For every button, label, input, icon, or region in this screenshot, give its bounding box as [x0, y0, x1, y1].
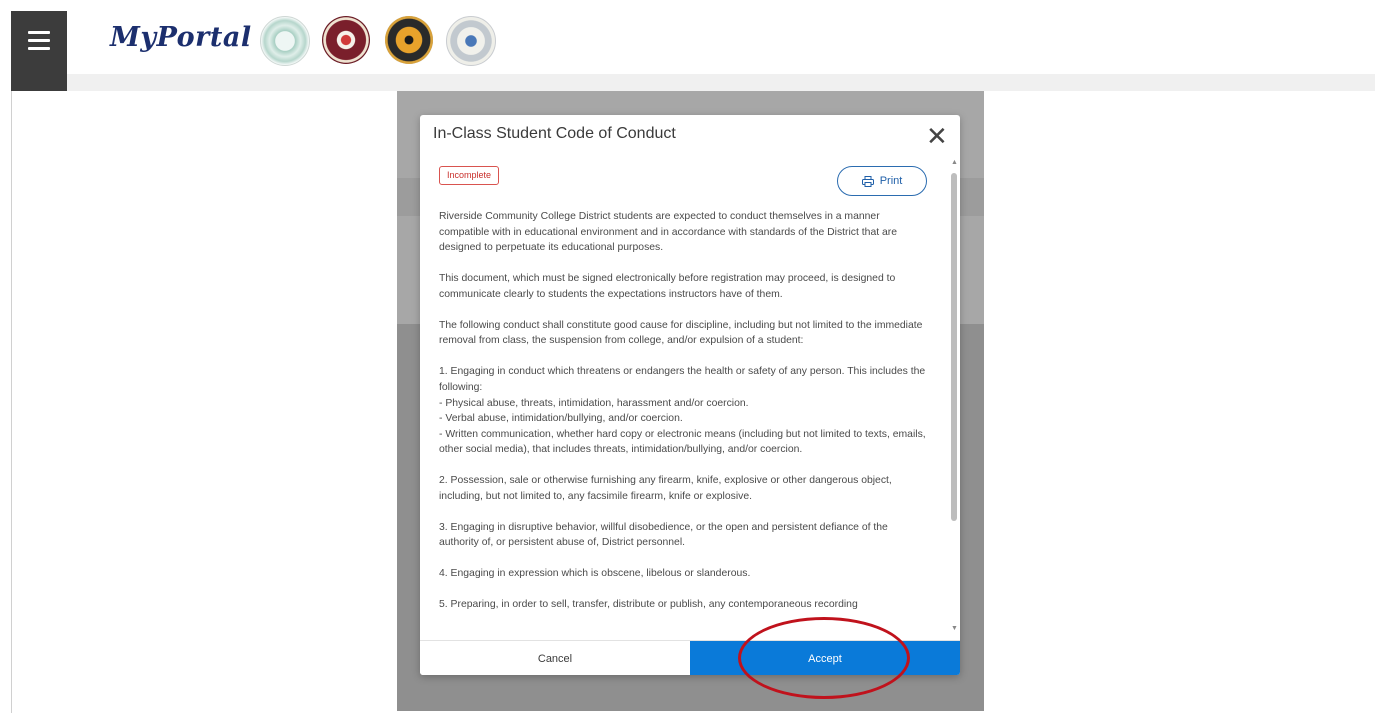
print-label: Print: [879, 175, 903, 187]
printer-icon: [861, 175, 874, 187]
dialog-title: In-Class Student Code of Conduct: [433, 125, 676, 142]
paragraph: 4. Engaging in expression which is obsce…: [439, 568, 751, 580]
code-of-conduct-dialog: In-Class Student Code of Conduct ✕ Incom…: [420, 115, 960, 675]
page-divider: [11, 91, 12, 713]
scroll-up-icon[interactable]: ▲: [951, 159, 958, 166]
college-seal-3-icon: [385, 16, 433, 64]
paragraph: The following conduct shall constitute g…: [439, 319, 923, 347]
hamburger-icon: [28, 31, 50, 55]
dialog-footer: Cancel Accept: [420, 640, 960, 675]
paragraph: 2. Possession, sale or otherwise furnish…: [439, 475, 892, 502]
college-seal-2-icon: [322, 16, 370, 64]
status-badge: Incomplete: [439, 166, 500, 185]
conduct-text: Riverside Community College District stu…: [439, 209, 929, 639]
paragraph: 1. Engaging in conduct which threatens o…: [439, 366, 926, 456]
paragraph: Riverside Community College District stu…: [439, 211, 898, 254]
close-icon[interactable]: ✕: [926, 123, 948, 149]
brand-logo[interactable]: MyPortal: [110, 22, 252, 53]
accept-button[interactable]: Accept: [690, 641, 960, 675]
paragraph: This document, which must be signed elec…: [439, 273, 896, 300]
paragraph: 3. Engaging in disruptive behavior, will…: [439, 521, 888, 549]
college-seal-1-icon: [260, 16, 310, 66]
scrollbar-thumb[interactable]: [951, 173, 957, 521]
paragraph: 5. Preparing, in order to sell, transfer…: [439, 599, 858, 611]
print-button[interactable]: Print: [837, 166, 927, 196]
college-seal-4-icon: [446, 16, 496, 66]
hamburger-menu-button[interactable]: [11, 11, 67, 91]
scroll-down-icon[interactable]: ▼: [951, 625, 958, 632]
header-strip: [67, 74, 1375, 91]
cancel-button[interactable]: Cancel: [420, 641, 690, 675]
